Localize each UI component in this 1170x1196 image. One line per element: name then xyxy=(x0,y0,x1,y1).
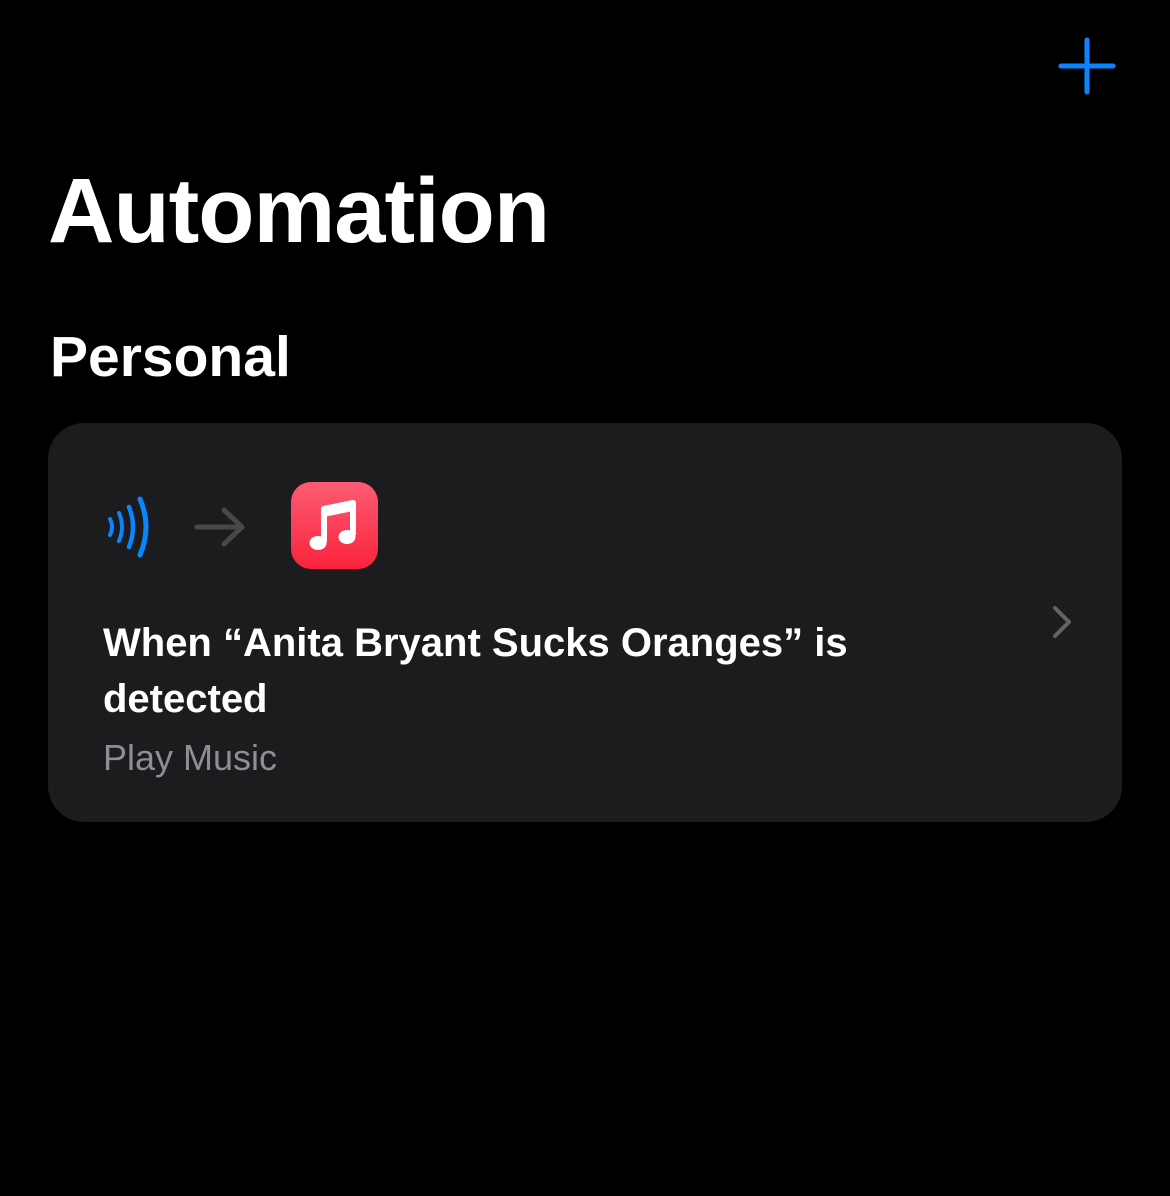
apple-music-icon xyxy=(291,482,378,569)
automation-title: When “Anita Bryant Sucks Oranges” is det… xyxy=(103,621,848,721)
chevron-right-icon xyxy=(1053,606,1071,638)
nfc-waves-icon xyxy=(108,496,149,558)
add-automation-button[interactable] xyxy=(1054,34,1120,100)
page-title: Automation xyxy=(48,160,550,262)
section-title-personal: Personal xyxy=(50,325,291,389)
arrow-right-icon xyxy=(194,507,245,547)
automation-card[interactable]: When “Anita Bryant Sucks Oranges” is det… xyxy=(48,423,1122,822)
automation-action-label: Play Music xyxy=(103,737,278,778)
plus-icon xyxy=(1058,37,1116,95)
